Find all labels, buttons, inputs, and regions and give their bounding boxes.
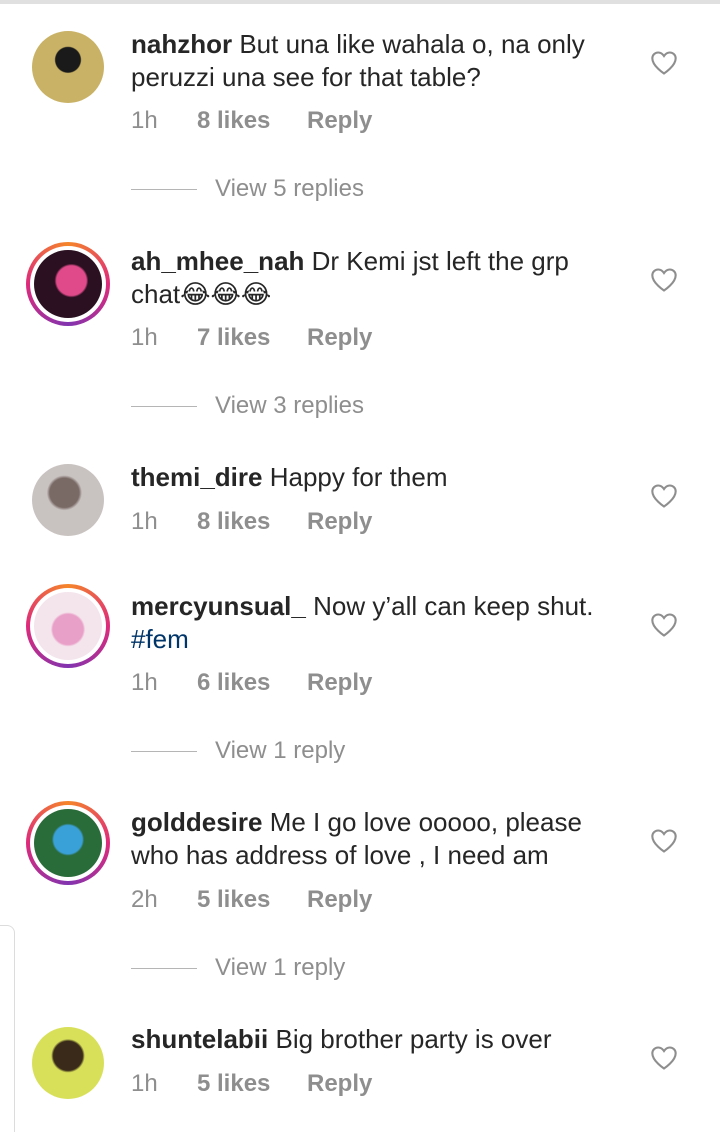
top-divider [0, 0, 720, 4]
comment-likes[interactable]: 7 likes [197, 324, 307, 352]
avatar[interactable] [32, 1027, 104, 1099]
comment-body-line: Big brother party is over [275, 1024, 552, 1054]
heart-icon[interactable] [650, 1045, 678, 1071]
comment-body-line: chat😂😂😂 [131, 279, 272, 309]
comment-body-line: Happy for them [269, 462, 448, 492]
heart-icon[interactable] [650, 50, 678, 76]
avatar-image [32, 464, 104, 536]
comment-text: mercyunsual_ Now y’all can keep shut. #f… [131, 590, 631, 656]
comment-text: shuntelabii Big brother party is over [131, 1023, 631, 1056]
avatar[interactable] [26, 801, 110, 885]
view-replies-label: View 3 replies [215, 392, 364, 419]
reply-button[interactable]: Reply [307, 1070, 372, 1098]
comment-meta: 1h 7 likes Reply [131, 324, 372, 352]
replies-divider [131, 967, 197, 969]
avatar-image [32, 31, 104, 103]
avatar[interactable] [32, 31, 104, 103]
left-edge-panel [0, 925, 15, 1132]
comment-likes[interactable]: 5 likes [197, 1070, 307, 1098]
comment-time: 1h [131, 508, 158, 535]
avatar[interactable] [26, 242, 110, 326]
reply-button[interactable]: Reply [307, 107, 372, 135]
comment-body-line: Dr Kemi jst left the grp [311, 246, 569, 276]
avatar-image [34, 809, 102, 877]
comment-likes[interactable]: 5 likes [197, 886, 307, 914]
comment-username[interactable]: nahzhor [131, 29, 232, 59]
comment-meta: 1h 5 likes Reply [131, 1070, 372, 1098]
comment-text: nahzhor But una like wahala o, na only p… [131, 28, 631, 94]
view-replies-label: View 1 reply [215, 954, 346, 981]
comment-time: 1h [131, 324, 158, 351]
comment-time: 1h [131, 669, 158, 696]
comment-username[interactable]: golddesire [131, 807, 262, 837]
comment-username[interactable]: shuntelabii [131, 1024, 268, 1054]
heart-icon[interactable] [650, 612, 678, 638]
comment-username[interactable]: ah_mhee_nah [131, 246, 304, 276]
comment-likes[interactable]: 8 likes [197, 508, 307, 536]
reply-button[interactable]: Reply [307, 669, 372, 697]
heart-icon[interactable] [650, 483, 678, 509]
avatar[interactable] [26, 584, 110, 668]
view-replies-button[interactable]: View 5 replies [131, 175, 364, 203]
comment-text: ah_mhee_nah Dr Kemi jst left the grp cha… [131, 245, 631, 311]
comment-time: 1h [131, 107, 158, 134]
view-replies-button[interactable]: View 1 reply [131, 737, 345, 765]
avatar-image [32, 1027, 104, 1099]
comment-meta: 1h 8 likes Reply [131, 107, 372, 135]
comment-meta: 1h 8 likes Reply [131, 508, 372, 536]
heart-icon[interactable] [650, 267, 678, 293]
comment-body-line: Me I go love ooooo, please [269, 807, 582, 837]
avatar-image [34, 250, 102, 318]
reply-button[interactable]: Reply [307, 508, 372, 536]
view-replies-label: View 5 replies [215, 175, 364, 202]
replies-divider [131, 750, 197, 752]
reply-button[interactable]: Reply [307, 886, 372, 914]
reply-button[interactable]: Reply [307, 324, 372, 352]
comment-body-line: Now y’all can keep shut. [313, 591, 594, 621]
comment-likes[interactable]: 8 likes [197, 107, 307, 135]
comment-body-line: But una like wahala o, na only [239, 29, 585, 59]
replies-divider [131, 188, 197, 190]
replies-divider [131, 405, 197, 407]
avatar-image [34, 592, 102, 660]
hashtag-link[interactable]: #fem [131, 624, 189, 654]
comment-body-line: peruzzi una see for that table? [131, 62, 481, 92]
comment-meta: 2h 5 likes Reply [131, 886, 372, 914]
comment-text: golddesire Me I go love ooooo, please wh… [131, 806, 631, 872]
comment-meta: 1h 6 likes Reply [131, 669, 372, 697]
comment-time: 2h [131, 886, 158, 913]
view-replies-button[interactable]: View 3 replies [131, 392, 364, 420]
comment-text: themi_dire Happy for them [131, 461, 631, 494]
comment-username[interactable]: themi_dire [131, 462, 263, 492]
heart-icon[interactable] [650, 828, 678, 854]
comment-time: 1h [131, 1070, 158, 1097]
comment-likes[interactable]: 6 likes [197, 669, 307, 697]
avatar[interactable] [32, 464, 104, 536]
comment-username[interactable]: mercyunsual_ [131, 591, 306, 621]
view-replies-button[interactable]: View 1 reply [131, 954, 345, 982]
view-replies-label: View 1 reply [215, 737, 346, 764]
comment-body-line: who has address of love , I need am [131, 840, 549, 870]
